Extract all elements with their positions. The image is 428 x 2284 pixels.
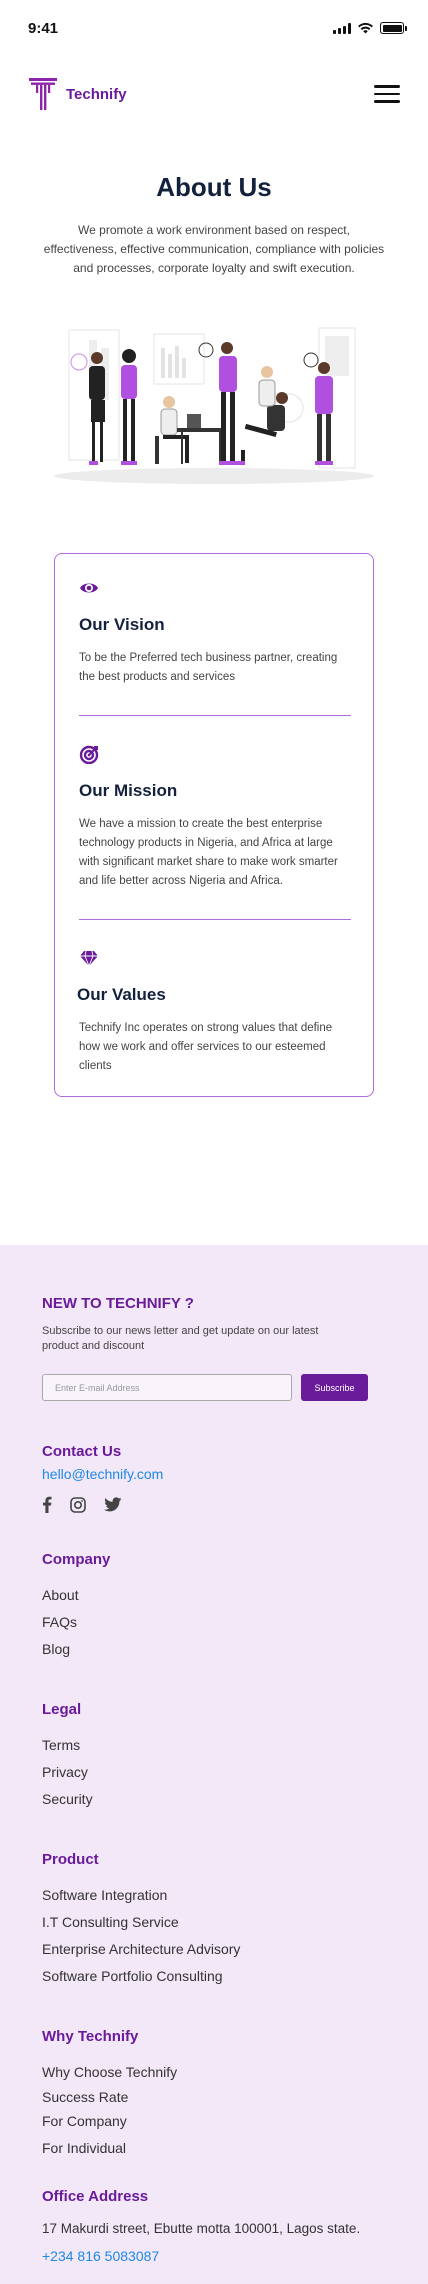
newsletter-text: Subscribe to our news letter and get upd… [42,1325,319,1352]
mission-title: Our Mission [79,781,178,800]
footer-link-software-portfolio[interactable]: Software Portfolio Consulting [42,1963,386,1990]
newsletter-title: NEW TO TECHNIFY ? [42,1295,194,1312]
footer-link-faqs[interactable]: FAQs [42,1609,386,1636]
status-icons [333,22,407,34]
legal-title: Legal [42,1701,82,1718]
instagram-icon[interactable] [70,1496,86,1513]
office-address: Office Address 17 Makurdi street, Ebutte… [42,2188,386,2264]
company-title: Company [42,1551,111,1568]
newsletter: NEW TO TECHNIFY ? Subscribe to our news … [42,1295,386,1401]
footer-link-why-choose[interactable]: Why Choose Technify [42,2059,386,2086]
target-icon [79,745,99,765]
product-title: Product [42,1851,99,1868]
values-title: Our Values [77,985,166,1004]
technify-logo-icon [29,78,57,110]
status-time: 9:41 [28,19,59,37]
signal-icon [333,22,351,34]
footer-link-terms[interactable]: Terms [42,1732,386,1759]
divider [79,919,351,920]
why-technify-title: Why Technify [42,2028,139,2045]
address-title: Office Address [42,2188,149,2205]
footer-link-about[interactable]: About [42,1582,386,1609]
values-card: Our Vision To be the Preferred tech busi… [54,553,374,1097]
team-illustration [54,327,374,484]
about-description: We promote a work environment based on r… [43,223,385,275]
brand-name: Technify [66,85,127,103]
contact-section: Contact Us hello@technify.com [42,1443,386,1513]
subscribe-button[interactable]: Subscribe [301,1374,368,1401]
mission-text: We have a mission to create the best ent… [79,818,338,887]
email-field[interactable] [42,1374,292,1401]
company-links: Company About FAQs Blog [42,1551,386,1663]
brand[interactable]: Technify [28,77,127,111]
contact-email-link[interactable]: hello@technify.com [42,1466,386,1482]
footer-link-software-integration[interactable]: Software Integration [42,1882,386,1909]
footer-link-it-consulting[interactable]: I.T Consulting Service [42,1909,386,1936]
battery-icon [380,22,407,34]
footer: NEW TO TECHNIFY ? Subscribe to our news … [0,1245,428,2284]
product-links: Product Software Integration I.T Consult… [42,1851,386,1990]
footer-link-for-company[interactable]: For Company [42,2108,386,2135]
twitter-icon[interactable] [104,1497,122,1512]
why-technify-links: Why Technify Why Choose Technify Success… [42,2028,386,2162]
contact-title: Contact Us [42,1443,122,1460]
phone-link[interactable]: +234 816 5083087 [42,2248,386,2264]
divider [79,715,351,716]
menu-button[interactable] [374,85,400,103]
about-section: About Us We promote a work environment b… [0,172,428,278]
status-bar: 9:41 [0,0,428,56]
vision-title: Our Vision [79,615,165,634]
footer-link-privacy[interactable]: Privacy [42,1759,386,1786]
eye-icon [80,583,98,593]
vision-section: Our Vision To be the Preferred tech busi… [79,578,351,687]
subscribe-row: Subscribe [42,1374,386,1401]
wifi-icon [358,22,373,34]
footer-link-enterprise-architecture[interactable]: Enterprise Architecture Advisory [42,1936,386,1963]
footer-link-success-rate[interactable]: Success Rate [42,2086,386,2108]
mission-section: Our Mission We have a mission to create … [79,744,351,891]
diamond-icon [80,950,98,967]
footer-link-for-individual[interactable]: For Individual [42,2135,386,2162]
social-links [42,1496,386,1513]
vision-text: To be the Preferred tech business partne… [79,652,338,683]
footer-link-blog[interactable]: Blog [42,1636,386,1663]
values-text: Technify Inc operates on strong values t… [79,1022,333,1072]
facebook-icon[interactable] [42,1496,52,1513]
values-section: Our Values Technify Inc operates on stro… [77,948,351,1076]
legal-links: Legal Terms Privacy Security [42,1701,386,1813]
address-text: 17 Makurdi street, Ebutte motta 100001, … [42,2221,361,2236]
footer-link-security[interactable]: Security [42,1786,386,1813]
page-title: About Us [156,172,272,202]
header: Technify [0,64,428,124]
